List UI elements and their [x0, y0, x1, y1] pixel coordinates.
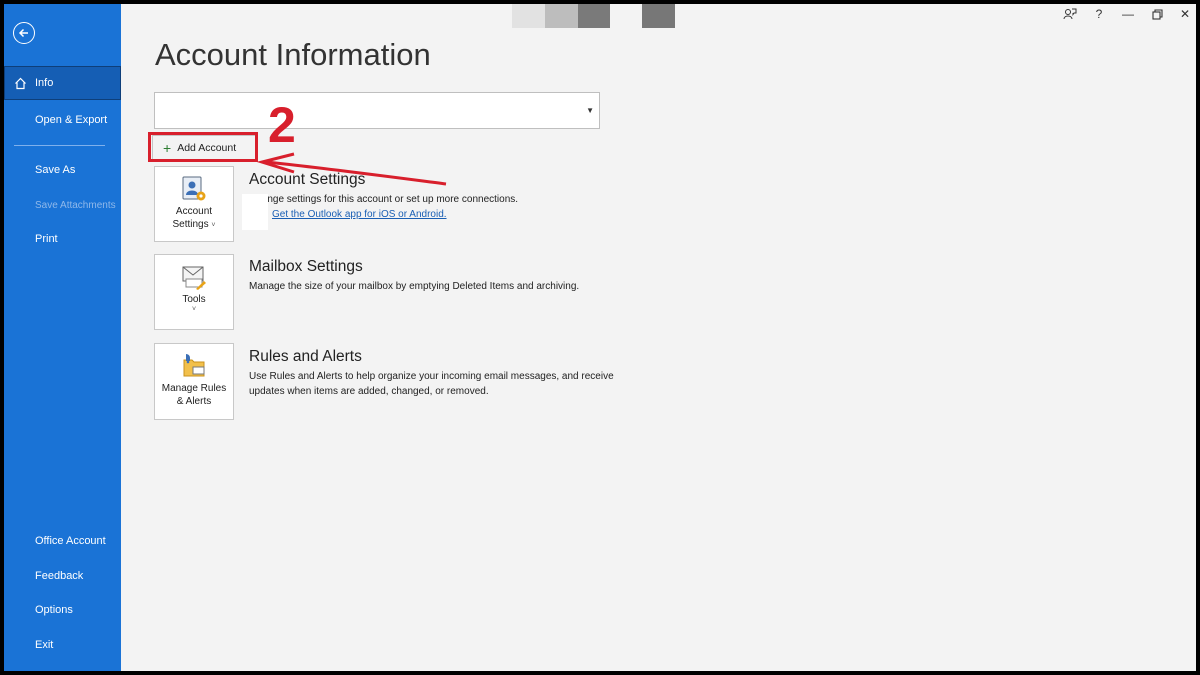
back-arrow-icon — [18, 28, 28, 38]
tile-label: Manage Rules — [161, 383, 227, 394]
plus-icon: + — [163, 140, 172, 156]
sidebar-item-label: Open & Export — [35, 114, 108, 126]
sidebar-item-label: Save Attachments — [35, 199, 116, 211]
section-title-mailbox-settings: Mailbox Settings — [249, 258, 363, 275]
add-account-button[interactable]: + Add Account — [152, 135, 256, 161]
blurred-title-segment — [512, 4, 545, 28]
tile-label: & Alerts — [176, 396, 212, 407]
sidebar-item-info[interactable]: Info — [4, 66, 121, 100]
blurred-title-segment — [545, 4, 578, 28]
tools-tile[interactable]: Tools ˅ — [154, 254, 234, 330]
sidebar-item-open-export[interactable]: Open & Export — [4, 103, 121, 137]
minimize-icon[interactable]: — — [1116, 4, 1140, 24]
smudge-overlay — [242, 194, 268, 230]
chevron-down-icon: ˅ — [211, 222, 216, 229]
outlook-app-link[interactable]: Get the Outlook app for iOS or Android. — [272, 209, 447, 220]
sidebar-item-label: Feedback — [35, 570, 84, 582]
mailbox-tools-icon — [182, 266, 206, 290]
sidebar-item-options[interactable]: Options — [4, 593, 121, 627]
sidebar-item-save-attachments: Save Attachments — [4, 188, 121, 222]
tile-label: Settings ˅ — [172, 219, 216, 230]
chevron-down-icon: ▼ — [586, 106, 594, 115]
blurred-title-segment — [642, 4, 675, 28]
sidebar-item-print[interactable]: Print — [4, 222, 121, 256]
sidebar-item-office-account[interactable]: Office Account — [4, 524, 121, 558]
tile-label: Tools — [182, 294, 206, 305]
sidebar-item-label: Print — [35, 233, 58, 245]
close-icon[interactable]: ✕ — [1173, 4, 1196, 24]
section-desc-mailbox-settings: Manage the size of your mailbox by empty… — [249, 281, 580, 292]
back-button[interactable] — [13, 22, 35, 44]
account-selector-dropdown[interactable]: ▼ — [154, 92, 600, 129]
help-icon[interactable]: ? — [1087, 4, 1111, 24]
manage-rules-alerts-tile[interactable]: Manage Rules & Alerts — [154, 343, 234, 420]
outlook-backstage-window: Info Open & Export Save As Save Attachme… — [4, 4, 1196, 671]
sidebar-divider — [14, 145, 105, 146]
sidebar-item-exit[interactable]: Exit — [4, 628, 121, 662]
page-title: Account Information — [155, 37, 431, 72]
feedback-icon[interactable] — [1058, 4, 1082, 24]
sidebar-item-label: Save As — [35, 164, 76, 176]
sidebar-item-feedback[interactable]: Feedback — [4, 559, 121, 593]
chevron-down-icon: ˅ — [191, 306, 197, 313]
rules-alerts-icon — [183, 354, 205, 377]
blurred-title-segment — [578, 4, 610, 28]
sidebar-item-label: Info — [35, 77, 54, 89]
annotation-step-number: 2 — [268, 97, 296, 153]
account-settings-icon — [182, 176, 206, 201]
add-account-label: Add Account — [177, 142, 237, 154]
tile-label: Account — [175, 206, 213, 217]
sidebar-item-label: Options — [35, 604, 73, 616]
section-title-account-settings: Account Settings — [249, 171, 366, 188]
section-title-rules-alerts: Rules and Alerts — [249, 348, 362, 365]
sidebar-item-label: Office Account — [35, 535, 106, 547]
account-settings-tile[interactable]: Account Settings ˅ — [154, 166, 234, 242]
backstage-sidebar: Info Open & Export Save As Save Attachme… — [4, 4, 121, 671]
restore-icon[interactable] — [1145, 4, 1169, 24]
sidebar-item-label: Exit — [35, 639, 54, 651]
section-desc-account-settings: Change settings for this account or set … — [249, 194, 519, 205]
home-icon — [15, 77, 26, 90]
section-desc-rules-alerts: Use Rules and Alerts to help organize yo… — [249, 371, 614, 397]
sidebar-item-save-as[interactable]: Save As — [4, 153, 121, 187]
